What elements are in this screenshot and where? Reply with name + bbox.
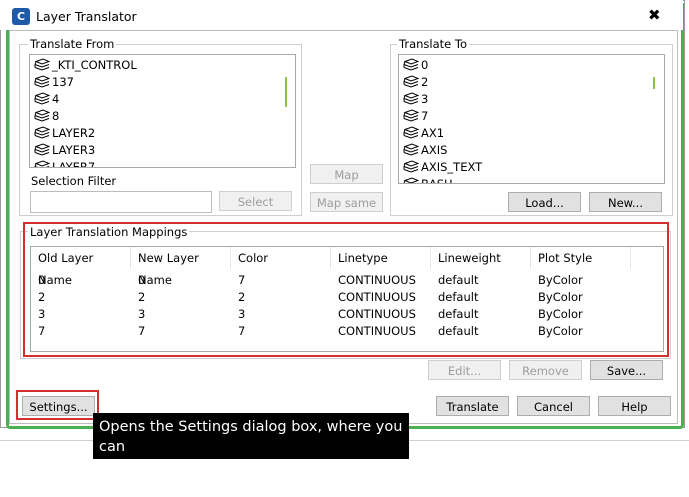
layer-icon — [403, 109, 420, 122]
layer-name: 2 — [421, 75, 429, 89]
layer-icon — [34, 75, 51, 88]
scroll-indicator[interactable] — [285, 77, 287, 107]
help-button[interactable]: Help — [598, 396, 671, 416]
layer-icon — [403, 75, 420, 88]
layer-icon — [34, 58, 51, 71]
title-bar[interactable]: C Layer Translator ✖ — [0, 0, 683, 30]
layer-name: 4 — [52, 92, 60, 106]
scroll-indicator[interactable] — [653, 77, 655, 89]
layer-icon — [34, 92, 51, 105]
layer-icon — [34, 126, 51, 139]
layer-name: 8 — [52, 109, 60, 123]
translate-to-label: Translate To — [397, 37, 469, 51]
list-item[interactable]: AXIS — [403, 142, 447, 159]
layer-icon — [403, 177, 420, 183]
list-item[interactable]: BASH — [403, 176, 453, 184]
list-item[interactable]: 3 — [403, 91, 428, 108]
select-button[interactable]: Select — [219, 191, 292, 211]
list-item[interactable]: _KTI_CONTROL — [34, 57, 137, 74]
layer-icon — [403, 143, 420, 156]
map-same-button[interactable]: Map same — [310, 192, 383, 212]
layer-name: 137 — [52, 75, 74, 89]
layer-icon — [403, 160, 420, 173]
layer-icon — [403, 126, 420, 139]
translate-from-list[interactable]: _KTI_CONTROL 137 4 8 LAYER2 LAYER3 LAYER7 — [29, 54, 296, 168]
list-item[interactable]: 2 — [403, 74, 428, 91]
save-button[interactable]: Save... — [590, 360, 663, 380]
window-title: Layer Translator — [36, 9, 137, 24]
list-item[interactable]: LAYER3 — [34, 142, 95, 159]
selection-filter-input[interactable] — [30, 191, 212, 213]
load-button[interactable]: Load... — [508, 192, 581, 212]
layer-icon — [34, 160, 51, 167]
list-item[interactable]: 4 — [34, 91, 59, 108]
list-item[interactable]: AXIS_TEXT — [403, 159, 482, 176]
translate-button[interactable]: Translate — [436, 396, 509, 416]
layer-icon — [34, 109, 51, 122]
mappings-highlight — [23, 222, 669, 357]
layer-name: 0 — [421, 58, 429, 72]
list-item[interactable]: LAYER7 — [34, 159, 96, 168]
layer-name: BASH — [421, 177, 453, 184]
settings-highlight — [16, 390, 99, 420]
list-item[interactable]: 137 — [34, 74, 74, 91]
layer-name: LAYER2 — [52, 126, 96, 140]
close-icon[interactable]: ✖ — [648, 6, 661, 24]
layer-icon — [403, 92, 420, 105]
list-item[interactable]: 7 — [403, 108, 428, 125]
layer-name: AXIS_TEXT — [421, 160, 483, 174]
layer-name: 7 — [421, 109, 429, 123]
map-button[interactable]: Map — [310, 164, 383, 184]
selection-filter-label: Selection Filter — [31, 174, 117, 188]
layer-icon — [403, 58, 420, 71]
edit-button[interactable]: Edit... — [428, 360, 501, 380]
translate-to-list[interactable]: 0 2 3 7 AX1 AXIS AXIS_TEXT BASH — [398, 54, 665, 184]
list-item[interactable]: 8 — [34, 108, 59, 125]
layer-name: LAYER3 — [52, 143, 96, 157]
layer-icon — [34, 143, 51, 156]
list-item[interactable]: LAYER2 — [34, 125, 95, 142]
layer-name: _KTI_CONTROL — [52, 58, 137, 72]
layer-name: LAYER7 — [52, 160, 96, 168]
settings-tooltip: Opens the Settings dialog box, where you… — [93, 413, 409, 495]
layer-name: 3 — [421, 92, 429, 106]
list-item[interactable]: 0 — [403, 57, 428, 74]
tooltip-line-2: customize the process of layer translati… — [99, 459, 322, 495]
layer-name: AX1 — [421, 126, 445, 140]
tooltip-line-1: Opens the Settings dialog box, where you… — [99, 419, 403, 455]
translate-from-label: Translate From — [28, 37, 117, 51]
app-icon: C — [12, 8, 30, 25]
layer-name: AXIS — [421, 143, 448, 157]
remove-button[interactable]: Remove — [509, 360, 582, 380]
list-item[interactable]: AX1 — [403, 125, 444, 142]
cancel-button[interactable]: Cancel — [517, 396, 590, 416]
new-button[interactable]: New... — [589, 192, 662, 212]
